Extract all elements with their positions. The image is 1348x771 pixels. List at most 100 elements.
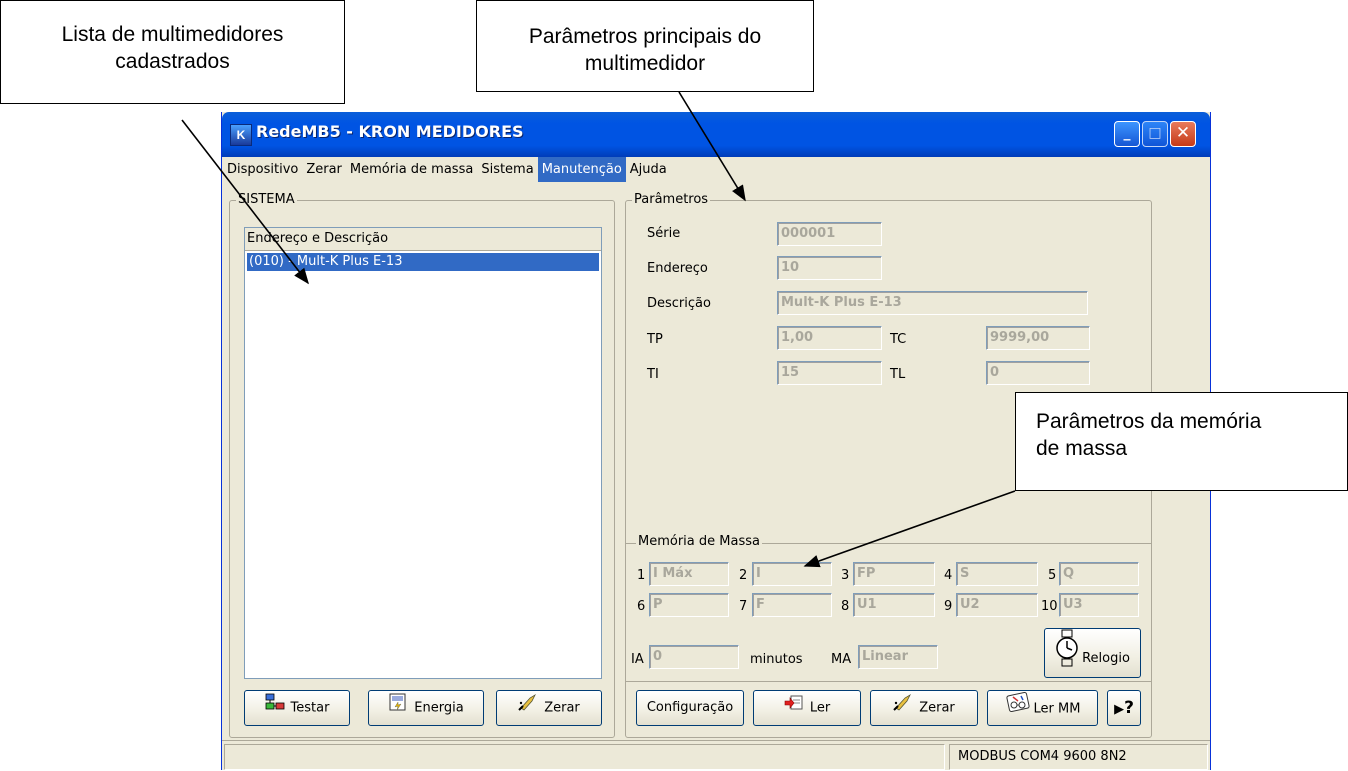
device-list[interactable]: Endereço e Descrição (010) - Mult-K Plus… — [244, 227, 602, 679]
ler-button[interactable]: Ler — [753, 690, 861, 726]
tl-field[interactable]: 0 — [986, 361, 1090, 385]
descricao-field[interactable]: Mult-K Plus E-13 — [777, 291, 1088, 315]
ch9-number: 9 — [944, 599, 953, 614]
memoria-label: Memória de Massa — [636, 534, 762, 550]
tc-field[interactable]: 9999,00 — [986, 326, 1090, 350]
minimize-icon: _ — [1123, 125, 1131, 141]
list-header-endereco-descricao[interactable]: Endereço e Descrição — [245, 228, 601, 251]
list-item[interactable]: (010) - Mult-K Plus E-13 — [247, 253, 599, 271]
ia-field[interactable]: 0 — [649, 645, 739, 669]
callout-params: Parâmetros principais do multimedidor — [476, 0, 814, 92]
zerar-params-button[interactable]: Zerar — [870, 690, 978, 726]
help-arrow-icon: ▶ — [1114, 702, 1125, 717]
endereco-field[interactable]: 10 — [777, 256, 882, 280]
ch6-field[interactable]: P — [649, 593, 729, 617]
callout-list-line1: Lista de multimedidores — [61, 23, 284, 46]
menu-sistema[interactable]: Sistema — [477, 157, 537, 182]
ch9-field[interactable]: U2 — [956, 593, 1038, 617]
ch8-number: 8 — [841, 599, 850, 614]
ch1-field[interactable]: I Máx — [649, 562, 729, 586]
ch5-number: 5 — [1048, 568, 1057, 583]
zerar-list-label: Zerar — [544, 700, 580, 716]
eraser-icon — [893, 691, 913, 725]
relogio-button[interactable]: Relogio — [1044, 628, 1141, 678]
tp-field[interactable]: 1,00 — [777, 326, 882, 350]
clock-icon — [1055, 629, 1079, 688]
ler-mm-button[interactable]: Ler MM — [987, 690, 1098, 726]
ma-label: MA — [831, 652, 852, 667]
callout-params-line2: multimedidor — [584, 52, 706, 75]
help-question-mark: ? — [1124, 698, 1134, 718]
ch4-number: 4 — [944, 568, 953, 583]
ch7-number: 7 — [739, 599, 748, 614]
configuracao-button[interactable]: Configuração — [636, 690, 744, 726]
endereco-label: Endereço — [647, 261, 708, 276]
ch4-field[interactable]: S — [956, 562, 1038, 586]
ch10-number: 10 — [1041, 599, 1058, 614]
ler-mm-label: Ler MM — [1033, 701, 1081, 717]
menu-zerar[interactable]: Zerar — [302, 157, 346, 182]
tl-label: TL — [890, 367, 906, 382]
app-icon: K — [230, 124, 252, 146]
callout-memory-line1: Parâmetros da memória — [1036, 410, 1262, 433]
menu-ajuda[interactable]: Ajuda — [626, 157, 671, 182]
energia-label: Energia — [414, 700, 464, 716]
read-icon — [784, 691, 804, 725]
status-connection: MODBUS COM4 9600 8N2 — [949, 744, 1208, 770]
configuracao-label: Configuração — [646, 700, 734, 715]
parametros-group-label: Parâmetros — [632, 192, 711, 208]
maximize-button[interactable]: □ — [1142, 121, 1168, 147]
menu-memoria-de-massa[interactable]: Memória de massa — [346, 157, 477, 182]
tp-label: TP — [647, 332, 663, 347]
relogio-label: Relogio — [1082, 651, 1130, 666]
serie-field[interactable]: 000001 — [777, 222, 882, 246]
ler-label: Ler — [809, 700, 831, 716]
memoria-bottom-divider — [626, 681, 1151, 682]
energia-button[interactable]: Energia — [368, 690, 484, 726]
ti-label: TI — [647, 367, 659, 382]
help-icon: ▶? — [1114, 698, 1134, 718]
ch2-number: 2 — [739, 568, 748, 583]
close-button[interactable]: ✕ — [1170, 121, 1196, 147]
testar-button[interactable]: Testar — [244, 690, 350, 726]
ch7-field[interactable]: F — [752, 593, 832, 617]
status-bar: MODBUS COM4 9600 8N2 — [222, 740, 1210, 771]
sistema-group: SISTEMA Endereço e Descrição (010) - Mul… — [229, 192, 615, 738]
ch5-field[interactable]: Q — [1059, 562, 1139, 586]
descricao-label: Descrição — [647, 296, 711, 311]
energy-icon — [388, 691, 408, 725]
zerar-list-button[interactable]: Zerar — [496, 690, 602, 726]
menu-manutencao[interactable]: Manutenção — [537, 157, 626, 182]
title-bar[interactable]: K RedeMB5 - KRON MEDIDORES _ □ ✕ — [222, 112, 1210, 157]
ia-label: IA — [631, 652, 644, 667]
menu-bar: Dispositivo Zerar Memória de massa Sistema M… — [222, 157, 1210, 182]
status-pane-left — [224, 744, 945, 770]
sistema-group-label: SISTEMA — [236, 192, 297, 208]
ch3-field[interactable]: FP — [853, 562, 935, 586]
eraser-icon — [518, 691, 538, 725]
callout-memory: Parâmetros da memória de massa — [1015, 392, 1348, 491]
ti-field[interactable]: 15 — [777, 361, 882, 385]
ch3-number: 3 — [841, 568, 850, 583]
ma-field[interactable]: Linear — [858, 645, 938, 669]
zerar-params-label: Zerar — [919, 700, 955, 716]
callout-list: Lista de multimedidores cadastrados — [0, 0, 345, 104]
window-title: RedeMB5 - KRON MEDIDORES — [256, 122, 524, 141]
ch8-field[interactable]: U1 — [853, 593, 935, 617]
help-button[interactable]: ▶? — [1107, 690, 1141, 726]
ch2-field[interactable]: I — [752, 562, 832, 586]
maximize-icon: □ — [1148, 125, 1162, 141]
network-icon — [265, 691, 285, 725]
close-icon: ✕ — [1175, 123, 1191, 143]
callout-list-line2: cadastrados — [115, 50, 230, 73]
serie-label: Série — [647, 226, 681, 241]
callout-memory-line2: de massa — [1036, 437, 1128, 460]
testar-label: Testar — [290, 700, 330, 716]
minutos-label: minutos — [750, 652, 803, 667]
tc-label: TC — [890, 332, 907, 347]
ch10-field[interactable]: U3 — [1059, 593, 1139, 617]
callout-params-line1: Parâmetros principais do — [528, 25, 762, 48]
menu-dispositivo[interactable]: Dispositivo — [223, 157, 302, 182]
ch6-number: 6 — [637, 599, 646, 614]
minimize-button[interactable]: _ — [1114, 121, 1140, 147]
